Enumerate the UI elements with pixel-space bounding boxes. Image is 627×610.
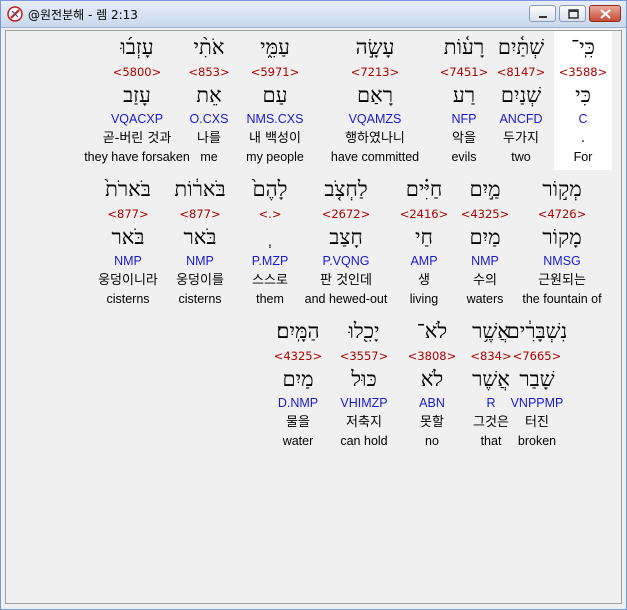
maximize-button[interactable] [559,5,586,22]
morph-code: D.NMP [277,396,319,410]
korean-gloss: 곧-버린 것과 [102,131,172,146]
app-window: @원전분해 - 렘 2:13 כִּֽי־ <3588> כִּי C. For שְׁת… [0,0,627,610]
strong-number: <4325> [273,349,323,363]
lemma-word: עָזַב [123,83,151,107]
interlinear-view: כִּֽי־ <3588> כִּי C. For שְׁתַּ֫יִם <8147> שְׁ… [5,30,622,604]
strong-number: <877> [107,207,149,221]
minimize-icon [539,16,547,18]
app-logo-icon [7,6,23,22]
morph-code: NMP [114,254,142,268]
english-gloss: they have forsaken [84,150,190,164]
strong-number: <7213> [350,65,400,79]
hebrew-word: עָזְב֜וּ [120,35,154,59]
strong-number: <5800> [112,65,162,79]
maximize-icon [568,9,579,19]
morph-code: VQACXP [110,112,164,126]
close-icon [600,9,611,19]
close-button[interactable] [589,5,621,22]
window-title: @원전분해 - 렘 2:13 [28,8,138,22]
hebrew-word: הַמָּֽיִם׃ [276,319,320,343]
english-gloss: water [282,434,314,448]
minimize-button[interactable] [529,5,556,22]
hebrew-word: בֹּארֹת֙ [105,177,151,201]
korean-gloss: 웅덩이니라 [98,273,158,288]
english-gloss: cisterns [106,292,150,306]
morph-code: VQAMZS [348,112,402,126]
lemma-word: בֹּאר [111,225,145,249]
title-bar[interactable]: @원전분해 - 렘 2:13 [1,1,626,28]
lemma-word: מַיִם [282,367,314,391]
korean-gloss: 물을 [286,415,310,430]
